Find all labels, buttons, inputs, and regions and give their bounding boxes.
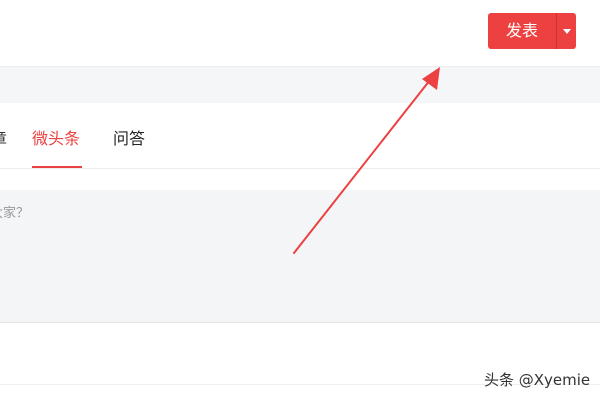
compose-card: 章 微头条 问答 大家？ [0, 104, 600, 400]
publish-dropdown-button[interactable] [557, 13, 576, 49]
tab-article[interactable]: 章 [0, 128, 7, 150]
post-text-placeholder: 大家？ [0, 206, 30, 221]
watermark: 头条 @Xyemie [484, 371, 591, 389]
tab-qa[interactable]: 问答 [113, 128, 145, 150]
post-text-input[interactable]: 大家？ [0, 190, 600, 323]
caret-down-icon [562, 28, 571, 34]
page-background-band [0, 67, 600, 103]
publish-button-group: 发表 [488, 13, 576, 49]
publish-button[interactable]: 发表 [488, 13, 556, 49]
active-tab-indicator [32, 166, 82, 168]
tab-weitoutiao[interactable]: 微头条 [32, 128, 80, 150]
compose-tabs: 章 微头条 问答 [0, 104, 600, 169]
